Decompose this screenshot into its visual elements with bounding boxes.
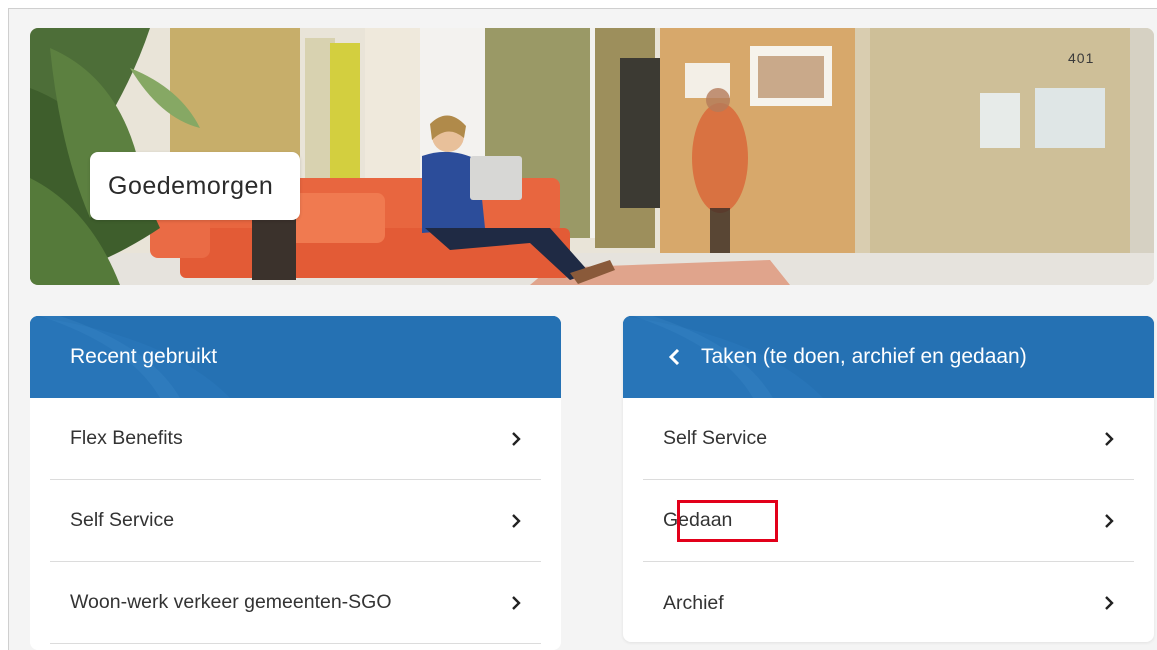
tasks-header: Taken (te doen, archief en gedaan) (623, 316, 1154, 398)
list-item-label: Self Service (663, 427, 768, 449)
chevron-right-icon (512, 513, 521, 528)
recent-used-title: Recent gebruikt (70, 345, 218, 368)
list-item-label: Flex Benefits (70, 427, 183, 449)
chevron-left-icon[interactable] (667, 349, 681, 365)
tasks-item-archief[interactable]: Archief (643, 562, 1134, 642)
chevron-right-icon (512, 595, 521, 610)
recent-item-woon-werk[interactable]: Woon-werk verkeer gemeenten-SGO (50, 562, 541, 644)
tasks-card: Taken (te doen, archief en gedaan) Self … (623, 316, 1154, 642)
tasks-title: Taken (te doen, archief en gedaan) (701, 345, 1027, 368)
recent-used-card: Recent gebruikt Flex Benefits Self Servi… (30, 316, 561, 650)
hero-banner: Goedemorgen (30, 28, 1154, 285)
greeting-label: Goedemorgen (90, 152, 300, 220)
recent-used-list: Flex Benefits Self Service Woon-werk ver… (30, 398, 561, 644)
door-number-sign: 401 (1068, 50, 1095, 66)
recent-used-header: Recent gebruikt (30, 316, 561, 398)
tasks-item-gedaan[interactable]: Gedaan (643, 480, 1134, 562)
recent-item-self-service[interactable]: Self Service (50, 480, 541, 562)
recent-item-flex-benefits[interactable]: Flex Benefits (50, 398, 541, 480)
chevron-right-icon (1105, 513, 1114, 528)
list-item-label: Gedaan (663, 509, 733, 531)
chevron-right-icon (1105, 431, 1114, 446)
list-item-label: Woon-werk verkeer gemeenten-SGO (70, 591, 392, 613)
list-item-label: Self Service (70, 509, 175, 531)
tasks-list: Self Service Gedaan Archief (623, 398, 1154, 642)
list-item-label: Archief (663, 591, 724, 614)
tasks-item-self-service[interactable]: Self Service (643, 398, 1134, 480)
chevron-right-icon (512, 431, 521, 446)
chevron-right-icon (1105, 596, 1114, 610)
